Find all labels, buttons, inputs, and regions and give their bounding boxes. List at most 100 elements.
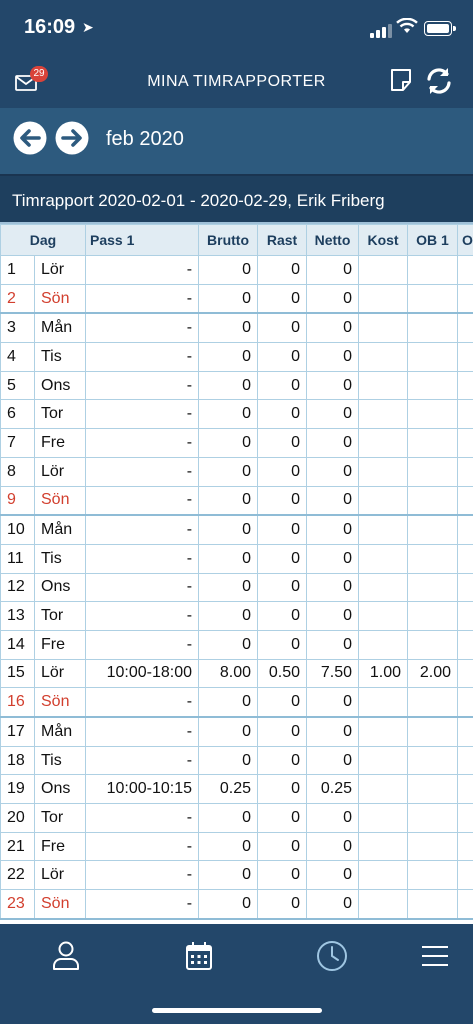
timesheet-table-container[interactable]: Dag Pass 1 Brutto Rast Netto Kost OB 1 O… [0,224,473,924]
cell-pass-1: - [85,860,200,891]
cell-brutto: 0 [198,572,259,603]
cell-ob1 [407,745,459,776]
previous-month-button[interactable] [13,121,47,155]
cell-netto: 0 [306,601,360,631]
cell-ob1 [407,860,459,891]
table-row[interactable]: 6 Tor -0 0 0 [0,399,473,430]
table-row[interactable]: 18 Tis -0 0 0 [0,745,473,776]
cell-brutto: 0 [198,601,259,631]
cell-netto: 0 [306,687,360,719]
cell-netto: 0 [306,543,360,574]
cell-brutto: 0.25 [198,774,259,805]
cell-pass-1: - [85,572,200,603]
wifi-icon [396,18,418,33]
status-time: 16:09 [24,16,76,38]
table-row[interactable]: 23 Sön -0 0 0 [0,889,473,920]
table-row[interactable]: 14 Fre -0 0 0 [0,629,473,660]
table-row[interactable]: 7 Fre -0 0 0 [0,428,473,458]
cell-ob1 [407,255,459,285]
cell-weekday: Ons [33,774,87,805]
cell-ob1 [407,716,459,747]
cell-day-number: 21 [0,831,35,862]
cell-kost [358,399,409,430]
cell-rast: 0 [257,774,308,805]
cell-day-number: 3 [0,312,35,344]
cell-netto: 0 [306,399,360,430]
cell-day-number: 19 [0,774,35,805]
table-row[interactable]: 8 Lör -0 0 0 [0,456,473,487]
table-row[interactable]: 5 Ons -0 0 0 [0,370,473,401]
table-row[interactable]: 21 Fre -0 0 0 [0,831,473,862]
cell-day-number: 13 [0,601,35,631]
table-row[interactable]: 15 Lör 10:00-18:00 8.00 0.50 7.50 1.00 2.00 [0,658,473,689]
table-row[interactable]: 10 Mån -0 0 0 [0,514,473,545]
cell-brutto: 0 [198,312,259,344]
cell-weekday: Mån [33,514,87,545]
cell-rast: 0 [257,572,308,603]
menu-icon[interactable] [415,936,455,976]
cell-netto: 0.25 [306,774,360,805]
table-row[interactable]: 17 Mån -0 0 0 [0,716,473,747]
next-month-button[interactable] [55,121,89,155]
cell-rast: 0 [257,889,308,920]
cell-extra [457,514,473,545]
table-row[interactable]: 12 Ons -0 0 0 [0,572,473,603]
table-row[interactable]: 11 Tis -0 0 0 [0,543,473,574]
cell-kost [358,774,409,805]
clock-icon[interactable] [312,936,352,976]
cell-ob1 [407,543,459,574]
signal-icon [370,20,394,38]
cell-extra [457,658,473,689]
table-row[interactable]: 4 Tis -0 0 0 [0,342,473,372]
cell-day-number: 2 [0,283,35,315]
cell-kost [358,456,409,487]
cell-extra [457,860,473,891]
cell-rast: 0 [257,687,308,719]
cell-rast: 0 [257,629,308,660]
cell-kost [358,601,409,631]
cell-day-number: 8 [0,456,35,487]
cell-weekday: Fre [33,428,87,458]
col-header-brutto: Brutto [198,224,259,256]
table-row[interactable]: 19 Ons 10:00-10:15 0.25 0 0.25 [0,774,473,805]
cell-weekday: Tis [33,745,87,776]
col-header-netto: Netto [306,224,360,256]
table-row[interactable]: 20 Tor -0 0 0 [0,803,473,833]
cell-day-number: 9 [0,485,35,517]
note-icon[interactable] [389,67,413,93]
cell-kost [358,716,409,747]
cell-pass-1: 10:00-10:15 [85,774,200,805]
cell-extra [457,485,473,517]
cell-kost [358,860,409,891]
cell-kost [358,428,409,458]
cell-pass-1: - [85,803,200,833]
cell-extra [457,601,473,631]
cell-ob1 [407,370,459,401]
table-row[interactable]: 2 Sön -0 0 0 [0,283,473,315]
table-row[interactable]: 16 Sön -0 0 0 [0,687,473,719]
table-row[interactable]: 13 Tor -0 0 0 [0,601,473,631]
cell-ob1 [407,456,459,487]
cell-ob1 [407,889,459,920]
cell-weekday: Tis [33,543,87,574]
cell-brutto: 0 [198,803,259,833]
refresh-icon[interactable] [424,66,454,96]
cell-netto: 0 [306,283,360,315]
cell-weekday: Tor [33,601,87,631]
cell-pass-1: - [85,456,200,487]
cell-pass-1: - [85,745,200,776]
cell-kost [358,629,409,660]
cell-netto: 0 [306,572,360,603]
calendar-icon[interactable] [179,936,219,976]
col-header-ob1: OB 1 [407,224,459,256]
table-row[interactable]: 3 Mån -0 0 0 [0,312,473,344]
cell-extra [457,716,473,747]
person-icon[interactable] [46,936,86,976]
home-indicator [152,1008,322,1013]
table-row[interactable]: 9 Sön -0 0 0 [0,485,473,517]
table-row[interactable]: 1 Lör -0 0 0 [0,255,473,285]
cell-kost [358,831,409,862]
cell-day-number: 12 [0,572,35,603]
table-row[interactable]: 22 Lör -0 0 0 [0,860,473,891]
cell-day-number: 5 [0,370,35,401]
